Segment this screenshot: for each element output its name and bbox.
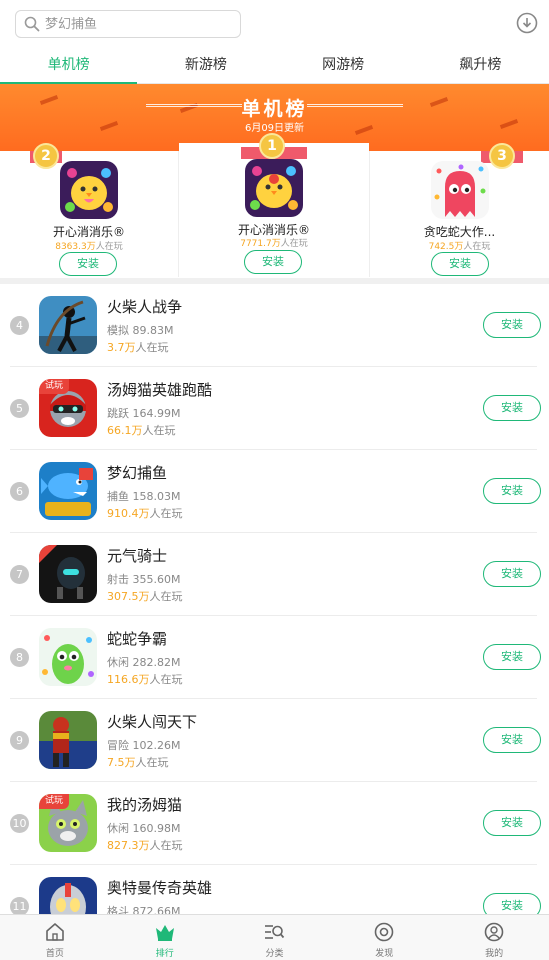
nav-ranking[interactable]: 排行: [110, 915, 220, 960]
game-meta: 射击 355.60M: [107, 573, 181, 586]
game-meta: 休闲 160.98M: [107, 822, 181, 835]
nav-label: 分类: [265, 949, 284, 959]
game-icon: [245, 159, 303, 217]
list-item[interactable]: 4 火柴人战争 模拟 89.83M 3.7万人在玩 安装: [0, 284, 549, 367]
install-button[interactable]: 安装: [483, 478, 541, 504]
nav-profile[interactable]: 我的: [439, 915, 549, 960]
trial-tag: 试玩: [39, 379, 69, 394]
ranking-tabs: 单机榜 新游榜 网游榜 飙升榜: [0, 48, 549, 84]
rank-badge: 1: [259, 133, 285, 159]
list-item[interactable]: 6 梦幻捕鱼 捕鱼 158.03M 910.4万人在玩 安装: [0, 450, 549, 533]
search-box[interactable]: [15, 10, 241, 38]
list-item[interactable]: 9 火柴人闯天下 冒险 102.26M 7.5万人在玩 安装: [0, 699, 549, 782]
install-button[interactable]: 安装: [431, 252, 489, 276]
game-name: 贪吃蛇大作...: [423, 225, 496, 239]
game-meta: 捕鱼 158.03M: [107, 490, 181, 503]
rank-number: 7: [10, 565, 29, 584]
game-meta: 休闲 282.82M: [107, 656, 181, 669]
player-count: 910.4万人在玩: [107, 507, 183, 520]
banner-update-date: 6月09日更新: [244, 123, 305, 134]
game-icon: [431, 161, 489, 219]
player-count: 8363.3万人在玩: [55, 242, 123, 252]
profile-icon: [484, 922, 504, 942]
home-icon: [46, 923, 64, 941]
tab-rising[interactable]: 飙升榜: [412, 48, 549, 83]
player-count: 66.1万人在玩: [107, 424, 176, 437]
install-button[interactable]: 安装: [483, 312, 541, 338]
tab-online-games[interactable]: 网游榜: [275, 48, 412, 83]
player-count: 7771.7万人在玩: [240, 239, 308, 249]
nav-home[interactable]: 首页: [0, 915, 110, 960]
game-meta: 模拟 89.83M: [107, 324, 174, 337]
game-name: 开心消消乐®: [52, 225, 125, 239]
search-input[interactable]: [45, 16, 225, 32]
rank-number: 10: [10, 814, 29, 833]
rank-number: 8: [10, 648, 29, 667]
nav-label: 排行: [155, 949, 174, 959]
bottom-navigation: 首页 排行 分类 发现 我的: [0, 914, 549, 960]
nav-label: 首页: [45, 949, 64, 959]
game-name: 汤姆猫英雄跑酷: [107, 381, 213, 399]
game-icon: [39, 296, 97, 354]
banner-title: 单机榜: [241, 98, 308, 120]
rank-number: 4: [10, 316, 29, 335]
list-item[interactable]: 10 试玩 我的汤姆猫 休闲 160.98M 827.3万人在玩 安装: [0, 782, 549, 865]
game-icon: [39, 628, 97, 686]
download-icon[interactable]: [516, 12, 538, 34]
game-icon: 试玩: [39, 379, 97, 437]
top-bar: [0, 0, 549, 46]
podium-rank-2[interactable]: 2 开心消消乐® 8363.3万人在玩 安装: [0, 143, 179, 277]
game-name: 蛇蛇争霸: [107, 630, 168, 648]
install-button[interactable]: 安装: [244, 250, 302, 274]
discover-icon: [374, 922, 394, 942]
trial-tag: 试玩: [39, 794, 69, 809]
list-item[interactable]: 7 元气骑士 射击 355.60M 307.5万人在玩 安装: [0, 533, 549, 616]
tab-single-player[interactable]: 单机榜: [0, 48, 138, 84]
list-item[interactable]: 8 蛇蛇争霸 休闲 282.82M 116.6万人在玩 安装: [0, 616, 549, 699]
player-count: 742.5万人在玩: [428, 242, 491, 252]
nav-discover[interactable]: 发现: [329, 915, 439, 960]
game-name: 火柴人战争: [107, 298, 183, 316]
game-icon: 试玩: [39, 794, 97, 852]
game-icon: [60, 161, 118, 219]
top-three-podium: 2 开心消消乐® 8363.3万人在玩 安装 1 开心消消乐® 7771.7万人…: [0, 133, 549, 279]
podium-rank-3[interactable]: 3 贪吃蛇大作... 742.5万人在玩 安装: [369, 143, 549, 277]
rank-number: 6: [10, 482, 29, 501]
rank-number: 9: [10, 731, 29, 750]
tab-new-games[interactable]: 新游榜: [137, 48, 274, 83]
podium-rank-1[interactable]: 1 开心消消乐® 7771.7万人在玩 安装: [179, 133, 369, 277]
player-count: 116.6万人在玩: [107, 673, 183, 686]
category-icon: [265, 925, 285, 939]
game-name: 梦幻捕鱼: [107, 464, 168, 482]
rank-number: 5: [10, 399, 29, 418]
game-icon: [39, 711, 97, 769]
install-button[interactable]: 安装: [59, 252, 117, 276]
game-name: 奥特曼传奇英雄: [107, 879, 213, 897]
install-button[interactable]: 安装: [483, 644, 541, 670]
install-button[interactable]: 安装: [483, 810, 541, 836]
search-icon: [24, 16, 40, 32]
list-item[interactable]: 5 试玩 汤姆猫英雄跑酷 跳跃 164.99M 66.1万人在玩 安装: [0, 367, 549, 450]
nav-label: 我的: [485, 949, 504, 959]
game-meta: 跳跃 164.99M: [107, 407, 181, 420]
rank-badge: 3: [489, 143, 515, 169]
game-name: 我的汤姆猫: [107, 796, 183, 814]
game-icon: [39, 545, 97, 603]
rank-badge: 2: [33, 143, 59, 169]
game-name: 火柴人闯天下: [107, 713, 198, 731]
game-icon: [39, 462, 97, 520]
player-count: 3.7万人在玩: [107, 341, 169, 354]
crown-icon: [155, 925, 174, 941]
install-button[interactable]: 安装: [483, 561, 541, 587]
game-name: 元气骑士: [107, 547, 168, 565]
player-count: 827.3万人在玩: [107, 839, 183, 852]
player-count: 307.5万人在玩: [107, 590, 183, 603]
install-button[interactable]: 安装: [483, 727, 541, 753]
app-screen: 单机榜 新游榜 网游榜 飙升榜 单机榜 6月09日更新 2: [0, 0, 549, 960]
game-meta: 冒险 102.26M: [107, 739, 181, 752]
player-count: 7.5万人在玩: [107, 756, 169, 769]
install-button[interactable]: 安装: [483, 395, 541, 421]
nav-category[interactable]: 分类: [220, 915, 330, 960]
nav-label: 发现: [375, 949, 394, 959]
